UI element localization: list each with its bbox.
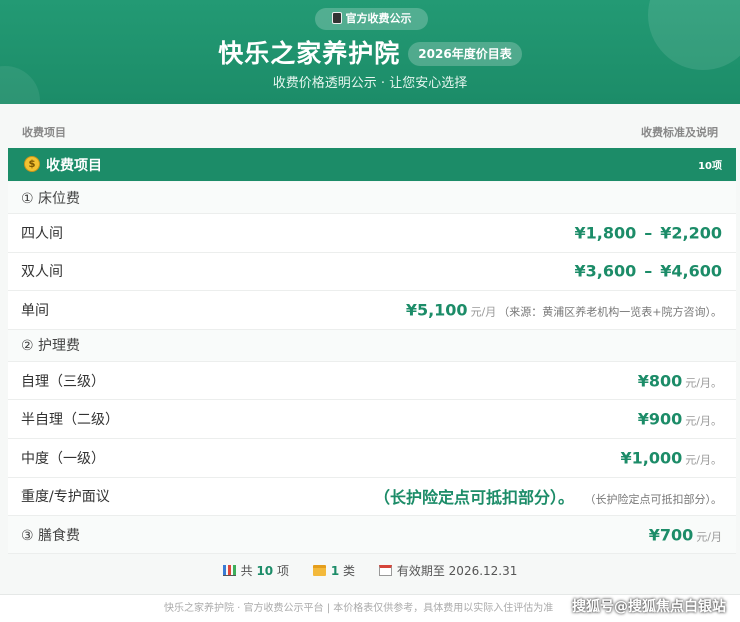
stat-validity: 有效期至 2026.12.31 (378, 562, 518, 579)
stat-total-suffix: 项 (276, 564, 289, 578)
section-label: ③ 膳食费 (21, 527, 81, 544)
table-row[interactable]: 四人间 ¥1,800– ¥2,200 (8, 214, 736, 253)
section-nursing-fee: ② 护理费 (8, 329, 736, 362)
row-value: （长护险定点可抵扣部分）。 （长护险定点可抵扣部分）。 (374, 484, 722, 508)
category-count: 10项 (698, 161, 722, 172)
price-max: ¥4,600 (660, 261, 722, 281)
bar-chart-icon (222, 565, 236, 576)
stat-cat-num: 1 (330, 564, 340, 578)
range-dash: – (644, 223, 653, 243)
price-unit: 元/月。 (685, 414, 722, 428)
category-name: 收费项目 (46, 158, 102, 174)
table-row[interactable]: 单间 ¥5,100 元/月 （来源：黄浦区养老机构一览表+院方咨询）。 (8, 291, 736, 330)
row-label: 中度（一级） (21, 450, 105, 467)
row-label: 四人间 (21, 225, 63, 242)
row-label: 双人间 (21, 264, 63, 281)
price: ¥5,100 (405, 300, 468, 320)
folder-icon (312, 565, 326, 576)
column-item: 收费项目 (22, 126, 66, 139)
stat-categories: 1 类 (312, 562, 356, 579)
price: ¥900 (637, 409, 683, 429)
category-bar[interactable]: $ 收费项目 10项 (8, 148, 736, 181)
section-meal-fee: ③ 膳食费 ¥700 元/月 (8, 516, 736, 555)
section-bed-fee: ① 床位费 (8, 182, 736, 214)
title-text: 快乐之家养护院 (218, 39, 401, 68)
price-unit: 元/月 (470, 305, 497, 319)
price: ¥800 (637, 371, 683, 391)
price: ¥700 (648, 525, 694, 545)
highlight-note: （长护险定点可抵扣部分）。 (373, 488, 574, 508)
year-pill: 2026年度价目表 (408, 42, 522, 66)
row-value: ¥3,600– ¥4,600 (575, 262, 723, 281)
stat-total: 共 10 项 (222, 562, 289, 579)
page-subtitle: 收费价格透明公示 · 让您安心选择 (272, 76, 468, 91)
badge-label: 官方收费公示 (345, 12, 412, 25)
price-note: （来源：黄浦区养老机构一览表+院方咨询）。 (498, 305, 722, 319)
validity-text: 有效期至 2026.12.31 (396, 564, 518, 578)
price-max: ¥2,200 (660, 223, 722, 243)
row-label: 单间 (21, 302, 49, 319)
row-value: ¥1,000 元/月。 (621, 448, 722, 467)
column-headers: 收费项目 收费标准及说明 (0, 118, 740, 144)
phone-icon (331, 12, 342, 24)
section-label: ① 床位费 (21, 190, 81, 207)
table-row[interactable]: 中度（一级） ¥1,000 元/月。 (8, 438, 736, 478)
stat-total-prefix: 共 (240, 564, 253, 578)
stat-cat-suffix: 类 (343, 564, 356, 578)
price-unit: 元/月 (696, 530, 722, 544)
price-unit: 元/月。 (685, 453, 722, 467)
row-value: ¥5,100 元/月 （来源：黄浦区养老机构一览表+院方咨询）。 (406, 300, 722, 319)
section-label: ② 护理费 (21, 338, 81, 355)
row-value: ¥900 元/月。 (638, 410, 722, 429)
page-header: 官方收费公示 快乐之家养护院 2026年度价目表 收费价格透明公示 · 让您安心选… (0, 0, 740, 104)
moneybag-icon: $ (24, 156, 40, 172)
row-value: ¥1,800– ¥2,200 (575, 223, 723, 242)
price-min: ¥3,600 (574, 261, 637, 281)
row-value: ¥800 元/月。 (638, 371, 722, 390)
price-unit: 元/月。 (685, 376, 722, 390)
column-standard: 收费标准及说明 (641, 126, 718, 139)
summary-stats: 共 10 项 1 类 有效期至 2026.12.31 (0, 562, 740, 584)
stat-total-num: 10 (256, 564, 274, 578)
watermark: 搜狐号@搜狐焦点白银站 (572, 599, 726, 615)
price: ¥1,000 (620, 448, 683, 468)
calendar-icon (378, 565, 392, 576)
row-value: ¥700 元/月 (649, 525, 722, 544)
fee-list: ① 床位费 四人间 ¥1,800– ¥2,200 双人间 ¥3,600– ¥4,60… (8, 182, 736, 555)
price-note: （长护险定点可抵扣部分）。 (590, 493, 722, 507)
table-row[interactable]: 双人间 ¥3,600– ¥4,600 (8, 252, 736, 292)
table-row[interactable]: 重度/专护面议 （长护险定点可抵扣部分）。 （长护险定点可抵扣部分）。 (8, 477, 736, 517)
row-label: 半自理（二级） (21, 412, 119, 429)
footer-text: 快乐之家养护院 · 官方收费公示平台 | 本价格表仅供参考，具体费用以实际入住评… (164, 603, 554, 614)
row-label: 重度/专护面议 (21, 489, 110, 506)
page-title: 快乐之家养护院 2026年度价目表 (0, 36, 740, 72)
official-badge: 官方收费公示 (315, 8, 428, 30)
table-row[interactable]: 半自理（二级） ¥900 元/月。 (8, 400, 736, 439)
row-label: 自理（三级） (21, 373, 105, 390)
table-row[interactable]: 自理（三级） ¥800 元/月。 (8, 361, 736, 401)
price-min: ¥1,800 (574, 223, 637, 243)
range-dash: – (644, 261, 653, 281)
